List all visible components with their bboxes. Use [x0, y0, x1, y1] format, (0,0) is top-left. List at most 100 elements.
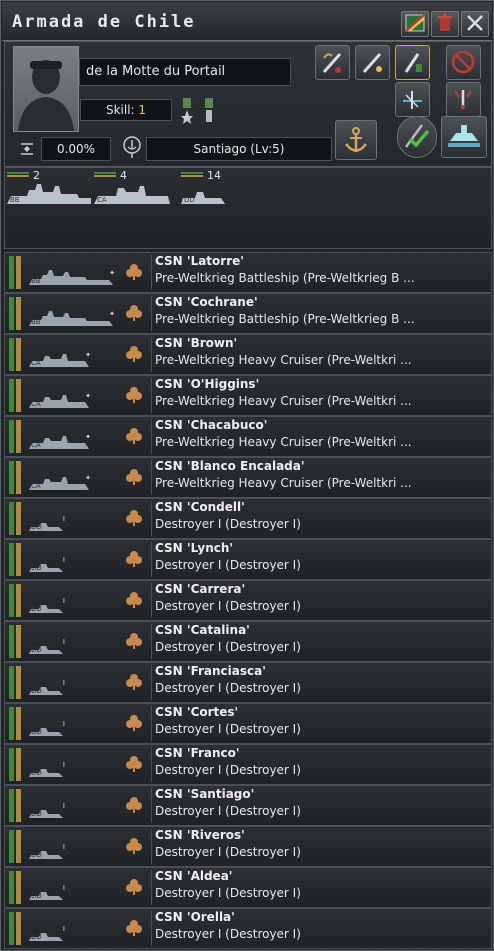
- ship-status-bars: [9, 707, 23, 740]
- composition-ca[interactable]: 4 CA: [94, 169, 174, 206]
- strength-bar: [16, 502, 21, 535]
- strength-bar: [16, 871, 21, 904]
- organization-bar: [9, 502, 14, 535]
- skill-label: Skill:: [105, 103, 135, 117]
- ship-silhouette-icon: CA ✦: [29, 392, 91, 408]
- experience-icon: [21, 143, 33, 155]
- ship-level-icon: I: [63, 761, 65, 769]
- ship-row[interactable]: DD I CSN 'Franciasca' Destroyer I (Destr…: [4, 662, 492, 703]
- row-divider: [151, 870, 152, 905]
- destroyer-silhouette-icon: DD: [181, 192, 225, 204]
- clover-icon: [126, 551, 142, 567]
- strike-force-mission-button[interactable]: [315, 45, 350, 80]
- organization-bar: [9, 338, 14, 371]
- clover-icon: [126, 428, 142, 444]
- ship-row[interactable]: CA ✦ CSN 'Brown' Pre-Weltkrieg Heavy Cru…: [4, 334, 492, 375]
- admiral-portrait[interactable]: [13, 46, 79, 132]
- ship-status-bars: [9, 461, 23, 494]
- ship-row[interactable]: DD I CSN 'Franco' Destroyer I (Destroyer…: [4, 744, 492, 785]
- ship-type-label: DD: [31, 523, 42, 531]
- ship-row[interactable]: DD I CSN 'Catalina' Destroyer I (Destroy…: [4, 621, 492, 662]
- ship-class: Destroyer I (Destroyer I): [155, 763, 301, 777]
- clover-icon: [126, 387, 142, 403]
- ship-row[interactable]: BB ✦ CSN 'Cochrane' Pre-Weltkrieg Battle…: [4, 293, 492, 334]
- ship-row[interactable]: DD I CSN 'Santiago' Destroyer I (Destroy…: [4, 785, 492, 826]
- ship-name: CSN 'Lynch': [155, 541, 234, 555]
- mine-laying-mission-button[interactable]: [395, 82, 430, 117]
- ship-row[interactable]: DD I CSN 'Lynch' Destroyer I (Destroyer …: [4, 539, 492, 580]
- clover-icon: [126, 756, 142, 772]
- ship-row[interactable]: DD I CSN 'Riveros' Destroyer I (Destroye…: [4, 826, 492, 867]
- medal-icon: [181, 98, 193, 124]
- ship-row[interactable]: BB ✦ CSN 'Latorre' Pre-Weltkrieg Battles…: [4, 252, 492, 293]
- strength-bar: [16, 379, 21, 412]
- ship-row[interactable]: DD I CSN 'Carrera' Destroyer I (Destroye…: [4, 580, 492, 621]
- dd-type-label: DD: [184, 196, 195, 204]
- confirm-mission-button[interactable]: [397, 116, 437, 158]
- ship-row[interactable]: CA ✦ CSN 'O'Higgins' Pre-Weltkrieg Heavy…: [4, 375, 492, 416]
- ship-type-label: DD: [31, 810, 42, 818]
- ship-row[interactable]: DD I CSN 'Orella' Destroyer I (Destroyer…: [4, 908, 492, 949]
- ship-name: CSN 'Cochrane': [155, 295, 258, 309]
- organization-bar: [9, 461, 14, 494]
- row-divider: [151, 378, 152, 413]
- strength-bar: [16, 789, 21, 822]
- delete-fleet-button[interactable]: [431, 11, 459, 37]
- admiral-name: de la Motte du Portail: [86, 64, 226, 79]
- ship-row[interactable]: DD I CSN 'Aldea' Destroyer I (Destroyer …: [4, 867, 492, 908]
- naval-base-pin-icon: [123, 136, 141, 158]
- organization-bar: [9, 748, 14, 781]
- ship-class: Destroyer I (Destroyer I): [155, 599, 301, 613]
- convoy-escort-mission-button[interactable]: [395, 45, 430, 80]
- ribbon-icon: [205, 98, 213, 122]
- ship-silhouette-icon: CA ✦: [29, 433, 91, 449]
- ship-status-bars: [9, 543, 23, 576]
- ship-level-icon: I: [63, 884, 65, 892]
- strength-bar: [16, 420, 21, 453]
- ship-status-bars: [9, 625, 23, 658]
- ca-status-bars: [94, 172, 116, 177]
- ship-silhouette-icon: DD I: [29, 843, 65, 859]
- organization-bar: [9, 297, 14, 330]
- ship-status-bars: [9, 297, 23, 330]
- composition-bb[interactable]: 2 BB: [7, 169, 91, 206]
- ship-type-label: BB: [31, 318, 41, 326]
- strength-bar: [16, 461, 21, 494]
- ship-silhouette-icon: DD I: [29, 515, 65, 531]
- patrol-mission-button[interactable]: [355, 45, 390, 80]
- minesweeping-mission-button[interactable]: [446, 82, 481, 117]
- row-divider: [151, 788, 152, 823]
- ship-class: Pre-Weltkrieg Heavy Cruiser (Pre-Weltkri…: [155, 476, 412, 490]
- ship-silhouette-icon: DD I: [29, 802, 65, 818]
- ship-type-label: DD: [31, 564, 42, 572]
- ship-name: CSN 'Aldea': [155, 869, 233, 883]
- ship-type-label: DD: [31, 892, 42, 900]
- ship-status-bars: [9, 789, 23, 822]
- ship-level-icon: I: [63, 556, 65, 564]
- admiral-name-field[interactable]: de la Motte du Portail: [79, 58, 291, 86]
- ship-silhouette-icon: DD I: [29, 925, 65, 941]
- ship-row[interactable]: CA ✦ CSN 'Chacabuco' Pre-Weltkrieg Heavy…: [4, 416, 492, 457]
- ship-level-icon: I: [63, 802, 65, 810]
- ship-row[interactable]: CA ✦ CSN 'Blanco Encalada' Pre-Weltkrieg…: [4, 457, 492, 498]
- home-base[interactable]: Santiago (Lv:5): [146, 137, 332, 161]
- return-to-port-button[interactable]: [335, 120, 377, 160]
- close-button[interactable]: [461, 11, 489, 37]
- ship-row[interactable]: DD I CSN 'Cortes' Destroyer I (Destroyer…: [4, 703, 492, 744]
- organization-bar: [9, 707, 14, 740]
- strength-bar: [16, 830, 21, 863]
- ship-class: Destroyer I (Destroyer I): [155, 845, 301, 859]
- row-divider: [151, 624, 152, 659]
- composition-dd[interactable]: 14 DD: [181, 169, 261, 206]
- fleet-flag-button[interactable]: [401, 11, 429, 37]
- flag-icon: [405, 14, 425, 32]
- ship-status-bars: [9, 420, 23, 453]
- ship-row[interactable]: DD I CSN 'Condell' Destroyer I (Destroye…: [4, 498, 492, 539]
- ship-status-bars: [9, 584, 23, 617]
- title-bar: Armada de Chile: [2, 2, 492, 41]
- convoy-raid-mission-button[interactable]: [446, 45, 481, 80]
- ship-type-label: BB: [31, 277, 41, 285]
- ship-silhouette-icon: CA ✦: [29, 474, 91, 490]
- battleship-silhouette-icon: BB: [7, 184, 91, 204]
- naval-invasion-support-button[interactable]: [441, 116, 487, 158]
